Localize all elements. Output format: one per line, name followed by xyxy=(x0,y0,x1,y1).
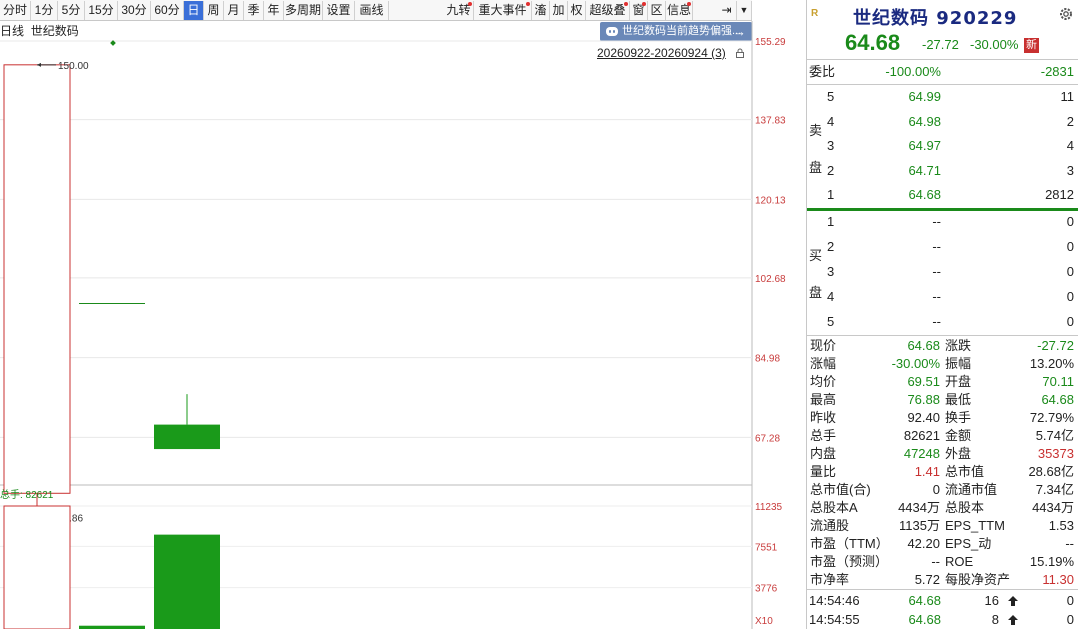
spread-divider xyxy=(807,208,1078,211)
sell-side-label: 卖盘 xyxy=(809,123,823,175)
volume-label: 总手: 82621 xyxy=(0,488,54,501)
tick-row: 14:54:46 64.68 16 0 xyxy=(809,593,1074,608)
quote-row: 流通股 1135万 EPS_TTM 1.53 xyxy=(810,518,1074,533)
candle-2 xyxy=(154,424,220,450)
high-marker: 150.00 xyxy=(58,61,89,72)
quote-row: 均价 69.51 开盘 70.11 xyxy=(810,374,1074,389)
quote-row: 总股本A 4434万 总股本 4434万 xyxy=(810,500,1074,515)
y-tick-label: 84.98 xyxy=(755,354,780,365)
quote-panel: R 世纪数码 920229 64.68 -27.72 -30.00% 新 委比 … xyxy=(806,0,1078,629)
y-tick-label: 67.28 xyxy=(755,433,780,444)
logo-icon: R xyxy=(811,8,819,19)
quote-row: 总手 82621 金额 5.74亿 xyxy=(810,428,1074,443)
sell-level-3[interactable]: 3 64.97 4 xyxy=(807,136,1078,156)
sell-level-5[interactable]: 5 64.99 11 xyxy=(807,87,1078,107)
quote-row: 最高 76.88 最低 64.68 xyxy=(810,392,1074,407)
buy-level-5[interactable]: 5 -- 0 xyxy=(807,312,1078,332)
quote-row: 总市值(合) 0 流通市值 7.34亿 xyxy=(810,482,1074,497)
divider xyxy=(807,335,1078,336)
stock-title: 世纪数码 920229 xyxy=(853,8,1018,29)
volume-bar-2 xyxy=(154,534,220,629)
weibi-row: 委比 -100.00% -2831 xyxy=(809,64,1074,79)
divider xyxy=(807,84,1078,85)
quote-row: 市净率 5.72 每股净资产 11.30 xyxy=(810,572,1074,587)
quote-row: 内盘 47248 外盘 35373 xyxy=(810,446,1074,461)
gear-icon[interactable] xyxy=(1058,6,1074,22)
vol-tick-label: 7551 xyxy=(755,542,778,553)
quote-row: 量比 1.41 总市值 28.68亿 xyxy=(810,464,1074,479)
sell-level-4[interactable]: 4 64.98 2 xyxy=(807,112,1078,132)
y-tick-label: 137.83 xyxy=(755,116,786,127)
buy-level-2[interactable]: 2 -- 0 xyxy=(807,237,1078,257)
buy-level-4[interactable]: 4 -- 0 xyxy=(807,287,1078,307)
current-price: 64.68 xyxy=(845,30,901,55)
y-tick-label: 120.13 xyxy=(755,195,786,206)
quote-row: 昨收 92.40 换手 72.79% xyxy=(810,410,1074,425)
y-tick-label: 102.68 xyxy=(755,274,786,285)
buy-side-label: 买盘 xyxy=(809,248,823,300)
y-tick-label: 155.29 xyxy=(755,37,786,48)
price-change: -27.72 xyxy=(922,37,959,52)
buy-level-3[interactable]: 3 -- 0 xyxy=(807,262,1078,282)
buy-level-1[interactable]: 1 -- 0 xyxy=(807,212,1078,232)
divider xyxy=(807,59,1078,60)
sell-level-2[interactable]: 2 64.71 3 xyxy=(807,161,1078,181)
vol-unit: X10 xyxy=(755,616,773,627)
stock-app: 分时1分5分15分30分60分日周月季年多周期设置画线九转重大事件滀加权超级叠加… xyxy=(0,0,1078,629)
sell-level-1[interactable]: 1 64.68 2812 xyxy=(807,185,1078,205)
vol-tick-label: 11235 xyxy=(755,502,783,513)
divider xyxy=(807,589,1078,590)
quote-row: 涨幅 -30.00% 振幅 13.20% xyxy=(810,356,1074,371)
new-badge: 新 xyxy=(1024,38,1039,53)
tick-row: 14:54:55 64.68 8 0 xyxy=(809,612,1074,627)
quote-row: 市盈（TTM） 42.20 EPS_动 -- xyxy=(810,536,1074,551)
arrow-up-icon xyxy=(1008,615,1018,625)
vol-tick-label: 3776 xyxy=(755,584,778,595)
quote-row: 市盈（预测） -- ROE 15.19% xyxy=(810,554,1074,569)
arrow-up-icon xyxy=(1008,596,1018,606)
price-change-pct: -30.00% xyxy=(970,37,1019,52)
candle-0 xyxy=(3,64,71,494)
kline-chart[interactable]: 155.29 137.83 120.13 102.68 84.98 67.28 150.00… xyxy=(0,0,806,629)
quote-row: 现价 64.68 涨跌 -27.72 xyxy=(810,338,1074,353)
volume-bar-0 xyxy=(3,505,71,629)
